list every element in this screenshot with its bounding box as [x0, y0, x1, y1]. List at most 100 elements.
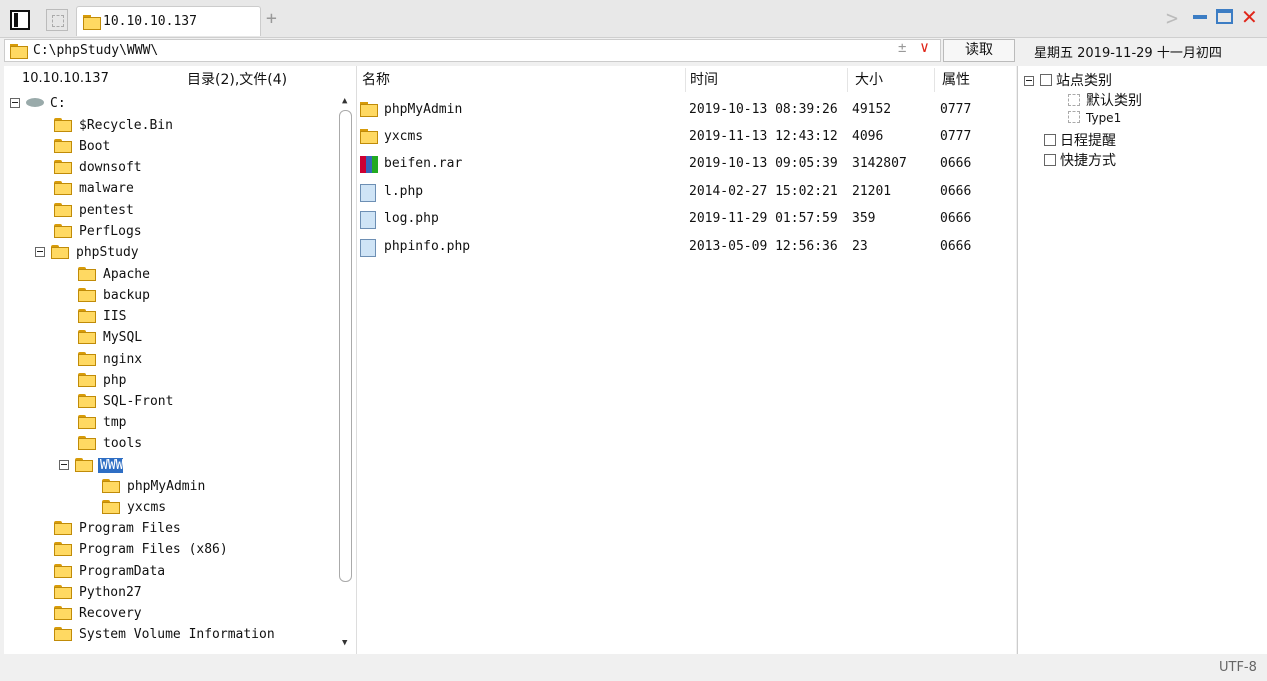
column-divider[interactable] — [847, 68, 848, 92]
tree-node[interactable]: malware — [54, 180, 134, 200]
tab-active[interactable]: 10.10.10.137 — [76, 6, 261, 36]
tree-node-label: Python27 — [79, 585, 142, 600]
file-row[interactable]: phpMyAdmin 2019-10-13 08:39:26 49152 077… — [356, 98, 1016, 122]
blank-tab[interactable] — [46, 9, 68, 31]
tree-node[interactable]: downsoft — [54, 159, 142, 179]
folder-icon — [78, 373, 96, 387]
column-header-name[interactable]: 名称 — [362, 69, 390, 89]
tree-node[interactable]: tmp — [78, 414, 126, 434]
path-input[interactable]: C:\phpStudy\WWW\ — [4, 39, 941, 62]
file-row[interactable]: l.php 2014-02-27 15:02:21 21201 0666 — [356, 180, 1016, 204]
tree-node[interactable]: Program Files — [54, 520, 181, 540]
tree-node-label: System Volume Information — [79, 627, 275, 642]
file-time: 2014-02-27 15:02:21 — [689, 184, 838, 199]
minimize-icon[interactable] — [1193, 15, 1207, 19]
tree-node[interactable]: Apache — [78, 266, 150, 286]
folder-icon — [54, 606, 72, 620]
tree-node[interactable]: tools — [78, 435, 142, 455]
add-tab-button[interactable]: + — [266, 8, 277, 29]
tree-node[interactable]: MySQL — [78, 329, 142, 349]
folder-icon — [360, 129, 378, 145]
column-header-size[interactable]: 大小 — [855, 69, 883, 89]
collapse-icon[interactable] — [35, 247, 45, 257]
tree-node-site-category[interactable]: 站点类别 — [1024, 70, 1112, 90]
tree-node-label: 快捷方式 — [1060, 153, 1116, 169]
tree-node-label: ProgramData — [79, 564, 166, 579]
file-size: 21201 — [852, 184, 892, 199]
tree-node[interactable]: nginx — [78, 351, 142, 371]
tree-node[interactable]: Recovery — [54, 605, 142, 625]
tree-node-shortcuts[interactable]: 快捷方式 — [1044, 150, 1116, 170]
tree-node-label: phpMyAdmin — [127, 479, 206, 494]
plus-minus-icon[interactable]: ± — [898, 40, 906, 56]
php-file-icon — [360, 239, 378, 257]
category-icon — [1068, 94, 1080, 106]
folder-icon — [54, 181, 72, 195]
collapse-icon[interactable] — [59, 460, 69, 470]
column-header-time[interactable]: 时间 — [690, 69, 718, 89]
chevron-down-icon[interactable]: ∨ — [920, 38, 929, 56]
file-name: phpMyAdmin — [384, 102, 463, 117]
close-icon[interactable]: ✕ — [1241, 5, 1258, 29]
tree-node[interactable]: pentest — [54, 202, 134, 222]
file-size: 359 — [852, 211, 876, 226]
tree-node-phpstudy[interactable]: phpStudy — [35, 244, 139, 264]
folder-icon — [54, 564, 72, 578]
collapse-icon[interactable] — [1024, 76, 1034, 86]
folder-icon — [78, 394, 96, 408]
collapse-icon[interactable] — [10, 98, 20, 108]
scroll-down-icon[interactable]: ▼ — [342, 638, 347, 648]
tree-node-label: 站点类别 — [1056, 73, 1112, 89]
column-header-attr[interactable]: 属性 — [942, 69, 970, 89]
file-time: 2019-11-13 12:43:12 — [689, 129, 838, 144]
tree-node[interactable]: IIS — [78, 308, 126, 328]
folder-icon — [78, 288, 96, 302]
tree-node[interactable]: Python27 — [54, 584, 142, 604]
shortcut-icon — [1044, 154, 1056, 166]
file-name: l.php — [384, 184, 424, 199]
tree-node[interactable]: System Volume Information — [54, 626, 275, 646]
tree-node[interactable]: SQL-Front — [78, 393, 173, 413]
tree-node[interactable]: Program Files (x86) — [54, 541, 228, 561]
tree-node-type1[interactable]: Type1 — [1068, 111, 1121, 125]
tree-node-drive[interactable]: C: — [10, 95, 66, 115]
tree-node-www[interactable]: WWW — [59, 457, 124, 477]
file-time: 2019-10-13 09:05:39 — [689, 156, 838, 171]
tree-node-default-category[interactable]: 默认类别 — [1068, 90, 1142, 110]
column-divider[interactable] — [685, 68, 686, 92]
folder-icon — [102, 500, 120, 514]
file-row[interactable]: log.php 2019-11-29 01:57:59 359 0666 — [356, 207, 1016, 231]
date-display: 星期五 2019-11-29 十一月初四 — [1034, 46, 1222, 61]
encoding-label[interactable]: UTF-8 — [1219, 660, 1257, 675]
file-row[interactable]: yxcms 2019-11-13 12:43:12 4096 0777 — [356, 125, 1016, 149]
read-button[interactable]: 读取 — [943, 39, 1015, 62]
tree-node-label: tmp — [103, 415, 127, 430]
maximize-icon[interactable] — [1216, 9, 1233, 24]
chevron-right-icon[interactable]: > — [1166, 6, 1178, 30]
folder-icon — [54, 224, 72, 238]
tree-node[interactable]: backup — [78, 287, 150, 307]
file-row[interactable]: beifen.rar 2019-10-13 09:05:39 3142807 0… — [356, 152, 1016, 176]
tree-node[interactable]: phpMyAdmin — [102, 478, 205, 498]
tree-node-label: Recovery — [79, 606, 142, 621]
file-size: 23 — [852, 239, 868, 254]
folder-icon — [102, 479, 120, 493]
tree-node[interactable]: ProgramData — [54, 563, 165, 583]
toggle-panel-button[interactable] — [10, 10, 30, 30]
scrollbar-thumb[interactable] — [339, 110, 352, 582]
tree-node[interactable]: PerfLogs — [54, 223, 142, 243]
tree-node-label: phpStudy — [76, 245, 139, 260]
column-divider[interactable] — [934, 68, 935, 92]
scroll-up-icon[interactable]: ▲ — [342, 96, 347, 106]
category-icon — [1040, 74, 1052, 86]
category-icon — [1068, 111, 1080, 123]
file-attr: 0666 — [940, 156, 972, 171]
folder-open-icon — [51, 245, 69, 259]
tree-node-label: yxcms — [127, 500, 167, 515]
tree-node[interactable]: yxcms — [102, 499, 166, 519]
file-row[interactable]: phpinfo.php 2013-05-09 12:56:36 23 0666 — [356, 235, 1016, 259]
tree-node-schedule[interactable]: 日程提醒 — [1044, 130, 1116, 150]
tree-node[interactable]: php — [78, 372, 126, 392]
tree-node[interactable]: Boot — [54, 138, 110, 158]
tree-node[interactable]: $Recycle.Bin — [54, 117, 173, 137]
